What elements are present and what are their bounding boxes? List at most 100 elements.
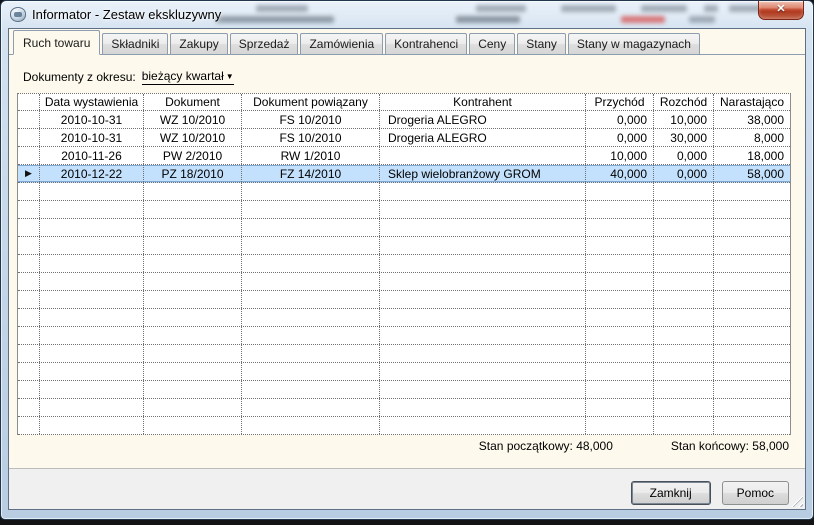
indicator-column-header — [18, 94, 40, 110]
column-header-contractor[interactable]: Kontrahent — [380, 94, 586, 110]
tab-bar: Ruch towaru Składniki Zakupy Sprzedaż Za… — [9, 29, 805, 55]
glass-blob — [561, 5, 616, 12]
table-row-empty — [18, 363, 790, 381]
table-row-empty — [18, 417, 790, 435]
glass-blob — [704, 5, 718, 12]
cell-contractor: Sklep wielobranżowy GROM — [380, 165, 586, 182]
titlebar[interactable]: Informator - Zestaw ekskluzywny ✕ — [1, 1, 813, 28]
table-row-empty — [18, 327, 790, 345]
cell-cumulative: 38,000 — [714, 111, 790, 128]
close-button[interactable]: Zamknij — [631, 481, 711, 505]
glass-blob — [621, 16, 665, 23]
close-window-button[interactable]: ✕ — [758, 1, 804, 20]
column-header-document[interactable]: Dokument — [144, 94, 242, 110]
cell-document: PZ 18/2010 — [144, 165, 242, 182]
cell-income: 0,000 — [586, 111, 654, 128]
cell-related-document: FS 10/2010 — [242, 129, 380, 146]
cell-outcome: 10,000 — [654, 111, 714, 128]
glass-blob — [216, 16, 334, 23]
cell-date: 2010-10-31 — [40, 129, 144, 146]
table-body-empty — [18, 183, 790, 435]
row-indicator-cell — [18, 147, 40, 164]
cell-income: 10,000 — [586, 147, 654, 164]
table-header-row: Data wystawienia Dokument Dokument powią… — [18, 94, 790, 111]
period-filter: Dokumenty z okresu: bieżący kwartał ▼ — [23, 69, 234, 85]
window-title: Informator - Zestaw ekskluzywny — [32, 7, 221, 22]
help-button[interactable]: Pomoc — [722, 481, 789, 505]
row-indicator-cell — [18, 129, 40, 146]
tab-ruch-towaru[interactable]: Ruch towaru — [13, 30, 100, 55]
current-row-marker-icon: ▶ — [25, 169, 32, 178]
final-stock: Stan końcowy: 58,000 — [671, 439, 789, 453]
table-row-empty — [18, 219, 790, 237]
cell-cumulative: 18,000 — [714, 147, 790, 164]
resize-grip[interactable] — [790, 494, 803, 507]
column-header-income[interactable]: Przychód — [586, 94, 654, 110]
period-dropdown-value: bieżący kwartał — [142, 69, 224, 83]
tab-ceny[interactable]: Ceny — [469, 33, 515, 55]
tab-stany[interactable]: Stany — [517, 33, 566, 55]
close-icon: ✕ — [759, 1, 803, 18]
cell-contractor — [380, 147, 586, 164]
glass-blob — [456, 16, 520, 23]
tab-sprzedaz[interactable]: Sprzedaż — [230, 33, 299, 55]
column-header-related-document[interactable]: Dokument powiązany — [242, 94, 380, 110]
cell-document: WZ 10/2010 — [144, 129, 242, 146]
cell-date: 2010-10-31 — [40, 111, 144, 128]
glass-blob — [476, 5, 526, 12]
cell-related-document: FZ 14/2010 — [242, 165, 380, 182]
table-row-selected[interactable]: ▶ 2010-12-22 PZ 18/2010 FZ 14/2010 Sklep… — [18, 165, 790, 183]
cell-document: WZ 10/2010 — [144, 111, 242, 128]
column-header-outcome[interactable]: Rozchód — [654, 94, 714, 110]
dialog-footer: Zamknij Pomoc — [9, 468, 805, 509]
table-row[interactable]: 2010-10-31 WZ 10/2010 FS 10/2010 Drogeri… — [18, 111, 790, 129]
initial-stock: Stan początkowy: 48,000 — [479, 439, 613, 453]
tab-zamowienia[interactable]: Zamówienia — [300, 33, 383, 55]
glass-blob — [689, 16, 715, 23]
cell-related-document: FS 10/2010 — [242, 111, 380, 128]
chevron-down-icon: ▼ — [226, 73, 234, 81]
table-row-empty — [18, 309, 790, 327]
tab-skladniki[interactable]: Składniki — [102, 33, 168, 55]
cell-cumulative: 58,000 — [714, 165, 790, 182]
tab-stany-w-magazynach[interactable]: Stany w magazynach — [568, 33, 700, 55]
cell-income: 40,000 — [586, 165, 654, 182]
dialog-window: Informator - Zestaw ekskluzywny ✕ Ruch t… — [0, 0, 814, 520]
tab-zakupy[interactable]: Zakupy — [170, 33, 227, 55]
cell-document: PW 2/2010 — [144, 147, 242, 164]
column-header-date[interactable]: Data wystawienia — [40, 94, 144, 110]
table-row-empty — [18, 237, 790, 255]
table-row-empty — [18, 201, 790, 219]
period-filter-label: Dokumenty z okresu: — [23, 70, 136, 84]
table-row-empty — [18, 345, 790, 363]
table-row-empty — [18, 399, 790, 417]
table-row-empty — [18, 183, 790, 201]
cell-date: 2010-12-22 — [40, 165, 144, 182]
row-indicator-cell — [18, 111, 40, 128]
period-dropdown[interactable]: bieżący kwartał ▼ — [142, 69, 234, 85]
cell-contractor: Drogeria ALEGRO — [380, 111, 586, 128]
table-row-empty — [18, 255, 790, 273]
cell-cumulative: 8,000 — [714, 129, 790, 146]
cell-related-document: RW 1/2010 — [242, 147, 380, 164]
table-row[interactable]: 2010-11-26 PW 2/2010 RW 1/2010 10,000 0,… — [18, 147, 790, 165]
table-row-empty — [18, 381, 790, 399]
cell-outcome: 0,000 — [654, 147, 714, 164]
table-row[interactable]: 2010-10-31 WZ 10/2010 FS 10/2010 Drogeri… — [18, 129, 790, 147]
tab-kontrahenci[interactable]: Kontrahenci — [385, 33, 467, 55]
column-header-cumulative[interactable]: Narastająco — [714, 94, 790, 110]
cell-outcome: 30,000 — [654, 129, 714, 146]
dialog-client-area: Ruch towaru Składniki Zakupy Sprzedaż Za… — [8, 28, 806, 510]
table-row-empty — [18, 273, 790, 291]
row-indicator-cell: ▶ — [18, 165, 40, 182]
movement-table: Data wystawienia Dokument Dokument powią… — [17, 93, 791, 435]
glass-blob — [256, 5, 308, 12]
cell-date: 2010-11-26 — [40, 147, 144, 164]
table-row-empty — [18, 291, 790, 309]
footer-buttons: Zamknij Pomoc — [631, 481, 789, 505]
stock-summary: Stan początkowy: 48,000 Stan końcowy: 58… — [479, 439, 789, 453]
glass-blob — [641, 5, 687, 12]
cell-outcome: 0,000 — [654, 165, 714, 182]
cell-contractor: Drogeria ALEGRO — [380, 129, 586, 146]
cell-income: 0,000 — [586, 129, 654, 146]
